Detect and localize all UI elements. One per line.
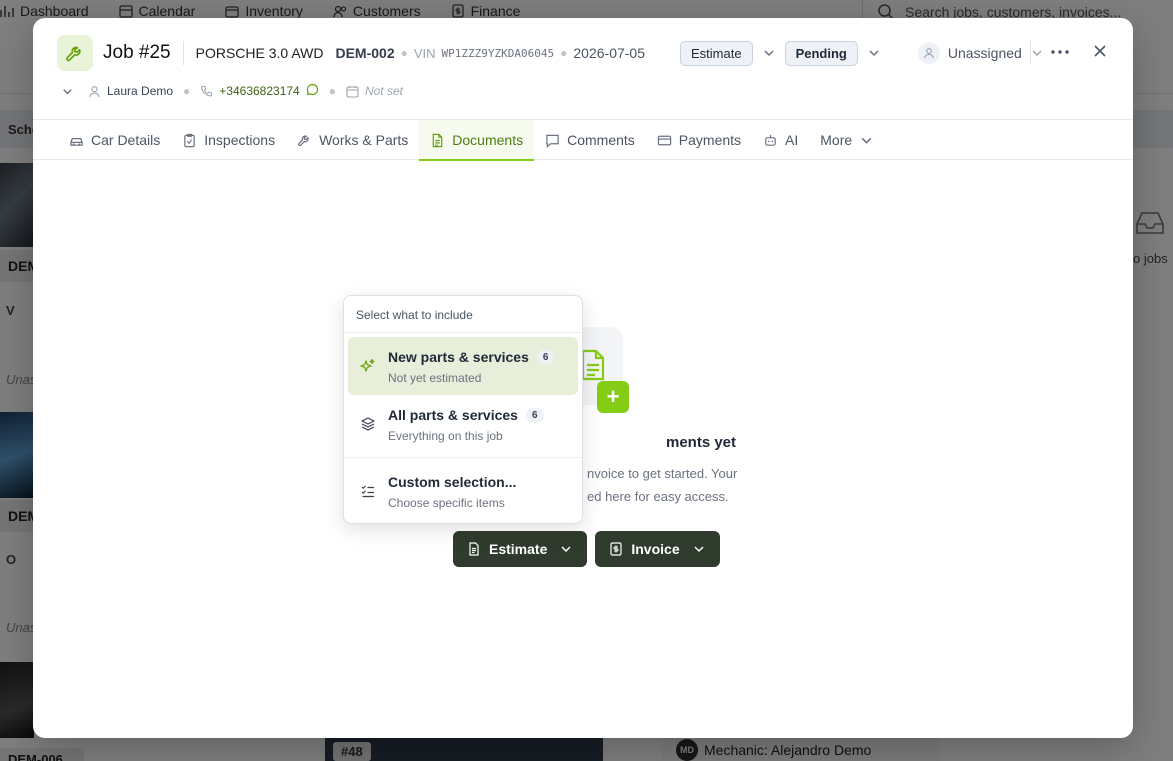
job-subheader: Laura Demo ● +34636823174 ● Not set bbox=[61, 81, 403, 101]
plus-icon: + bbox=[597, 381, 629, 413]
phone[interactable]: +34636823174 bbox=[200, 83, 318, 99]
phone-number: +34636823174 bbox=[219, 84, 300, 98]
separator-dot: ● bbox=[560, 46, 568, 60]
chevron-down-icon bbox=[694, 546, 704, 553]
document-icon bbox=[469, 542, 479, 556]
separator-dot: ● bbox=[328, 84, 336, 98]
estimate-dropdown-menu: Select what to include New parts & servi… bbox=[343, 295, 583, 524]
menu-item-subtitle: Not yet estimated bbox=[388, 371, 482, 385]
divider bbox=[182, 41, 184, 65]
vin-label: VIN bbox=[413, 45, 436, 61]
invoice-button[interactable]: Invoice bbox=[595, 531, 720, 567]
estimate-button[interactable]: Estimate bbox=[453, 531, 588, 567]
tab-label: More bbox=[820, 132, 853, 148]
menu-item-custom-selection[interactable]: Custom selection... Choose specific item… bbox=[348, 462, 578, 520]
job-modal: Job #25 PORSCHE 3.0 AWD DEM-002 ● VIN WP… bbox=[33, 18, 1133, 738]
chevron-down-icon[interactable] bbox=[867, 46, 881, 60]
chevron-down-icon bbox=[1032, 50, 1042, 57]
chevron-down-icon[interactable] bbox=[762, 46, 776, 60]
tab-label: AI bbox=[785, 132, 799, 148]
chevron-down-icon bbox=[561, 546, 571, 553]
vin-value: WP1ZZZ9YZKDA06045 bbox=[441, 46, 555, 60]
document-actions: Estimate Invoice bbox=[453, 531, 720, 567]
tab-car-details[interactable]: Car Details bbox=[58, 120, 171, 160]
wrench-icon bbox=[66, 46, 81, 62]
divider bbox=[344, 457, 582, 458]
chevron-down-icon[interactable] bbox=[61, 85, 74, 98]
menu-item-all-parts[interactable]: All parts & services 6 Everything on thi… bbox=[348, 395, 578, 453]
tab-works-parts[interactable]: Works & Parts bbox=[286, 120, 419, 160]
tab-comments[interactable]: Comments bbox=[534, 120, 646, 160]
divider bbox=[1030, 40, 1031, 64]
chat-bubble-icon bbox=[306, 83, 318, 96]
comment-icon bbox=[546, 134, 559, 148]
whatsapp-button[interactable] bbox=[306, 83, 319, 99]
wrench-icon bbox=[298, 134, 309, 146]
clipboard-check-icon bbox=[184, 133, 196, 147]
dollar-doc-icon bbox=[610, 542, 622, 556]
tab-inspections[interactable]: Inspections bbox=[171, 120, 286, 160]
customer-name: Laura Demo bbox=[107, 84, 174, 98]
due-date-value: Not set bbox=[364, 84, 403, 98]
menu-item-subtitle: Choose specific items bbox=[388, 496, 505, 510]
count-badge: 6 bbox=[536, 349, 555, 365]
menu-item-subtitle: Everything on this job bbox=[388, 429, 503, 443]
invoice-button-label: Invoice bbox=[631, 541, 680, 557]
user-icon bbox=[89, 85, 100, 97]
job-header: Job #25 PORSCHE 3.0 AWD DEM-002 ● VIN WP… bbox=[57, 35, 1117, 71]
job-tabs: Car Details Inspections Works & Parts Do… bbox=[33, 119, 1133, 161]
dropdown-heading: Select what to include bbox=[344, 296, 582, 333]
job-icon-box bbox=[57, 35, 93, 71]
count-badge: 6 bbox=[525, 407, 544, 423]
tab-ai[interactable]: AI bbox=[752, 120, 809, 160]
sparkles-icon bbox=[360, 358, 375, 372]
car-name: PORSCHE 3.0 AWD bbox=[195, 45, 324, 61]
job-type-pill[interactable]: Estimate bbox=[680, 40, 753, 66]
tab-label: Works & Parts bbox=[319, 132, 409, 148]
robot-icon bbox=[765, 134, 776, 146]
document-icon bbox=[581, 349, 605, 381]
due-date[interactable]: Not set bbox=[346, 84, 403, 98]
tab-label: Inspections bbox=[204, 132, 276, 148]
more-horizontal-icon[interactable] bbox=[1049, 44, 1071, 60]
tab-label: Car Details bbox=[91, 132, 161, 148]
menu-item-title: Custom selection... bbox=[388, 474, 517, 490]
assignee-selector[interactable]: Unassigned bbox=[917, 42, 1044, 64]
job-date: 2026-07-05 bbox=[573, 45, 646, 61]
menu-item-title: New parts & services bbox=[388, 349, 529, 365]
tab-label: Payments bbox=[678, 132, 742, 148]
credit-card-icon bbox=[657, 135, 671, 145]
tab-documents[interactable]: Documents bbox=[419, 120, 535, 161]
list-checks-icon bbox=[361, 485, 374, 498]
calendar-icon bbox=[346, 85, 359, 98]
phone-icon bbox=[201, 85, 213, 97]
empty-title-text: ments yet bbox=[665, 434, 737, 451]
job-title: Job #25 bbox=[103, 42, 171, 63]
user-icon bbox=[924, 48, 934, 59]
separator-dot: ● bbox=[400, 46, 408, 60]
tab-label: Documents bbox=[452, 132, 524, 148]
layers-icon bbox=[361, 417, 375, 431]
chevron-down-icon bbox=[861, 137, 872, 144]
document-icon bbox=[432, 133, 443, 147]
separator-dot: ● bbox=[183, 84, 191, 98]
customer[interactable]: Laura Demo bbox=[88, 84, 173, 98]
tab-payments[interactable]: Payments bbox=[646, 120, 752, 160]
assignee-label: Unassigned bbox=[947, 45, 1022, 61]
menu-item-new-parts[interactable]: New parts & services 6 Not yet estimated bbox=[348, 337, 578, 395]
close-icon[interactable] bbox=[1091, 42, 1109, 60]
license-plate: DEM-002 bbox=[335, 45, 395, 61]
assignee-avatar bbox=[917, 42, 940, 64]
menu-item-title: All parts & services bbox=[388, 407, 518, 423]
estimate-button-label: Estimate bbox=[489, 541, 548, 557]
car-icon bbox=[70, 137, 83, 146]
tab-more[interactable]: More bbox=[809, 120, 885, 160]
tab-label: Comments bbox=[567, 132, 635, 148]
job-status-pill[interactable]: Pending bbox=[784, 40, 858, 66]
